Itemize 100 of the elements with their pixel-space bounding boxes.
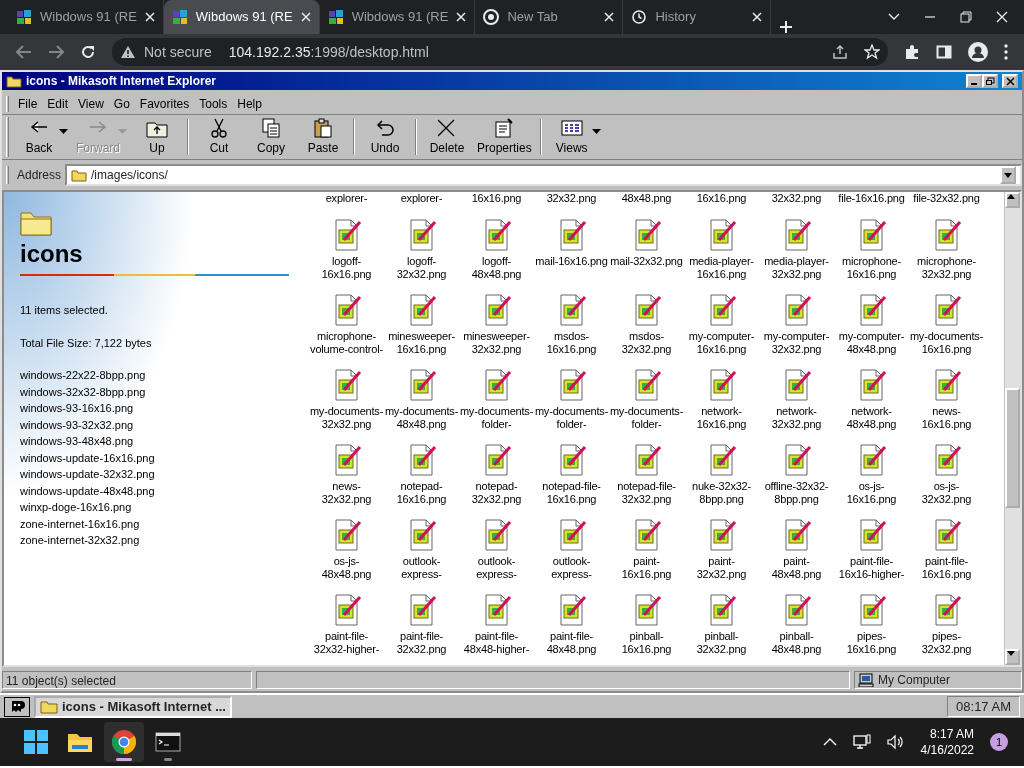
file-label[interactable]: outlook-express- [384, 555, 459, 582]
menu-item[interactable]: Edit [42, 94, 74, 113]
file-label[interactable]: notepad-32x32.png [459, 480, 534, 507]
scrollbar[interactable] [1004, 192, 1020, 666]
close-icon[interactable] [604, 12, 615, 22]
file-label[interactable]: network-48x48.png [834, 405, 909, 432]
file-label[interactable]: paint-file-32x32.png [384, 630, 459, 657]
file-label[interactable]: news-16x16.png [909, 405, 984, 432]
speaker-icon[interactable] [886, 734, 905, 750]
close-button[interactable] [1002, 74, 1018, 88]
notification-count[interactable]: 1 [990, 733, 1008, 751]
close-icon[interactable] [300, 12, 311, 22]
file-label[interactable]: my-computer-48x48.png [834, 330, 909, 357]
sidebar-icon[interactable] [936, 44, 952, 60]
file-label[interactable]: paint-16x16.png [609, 555, 684, 582]
plus-icon[interactable] [779, 20, 794, 34]
toolbar-button[interactable]: Paste [297, 114, 349, 159]
file-label[interactable]: msdos-32x32.png [609, 330, 684, 357]
file-label[interactable]: minesweeper-32x32.png [459, 330, 534, 357]
system-clock[interactable]: 8:17 AM 4/16/2022 [920, 726, 974, 758]
file-label[interactable]: os-js-48x48.png [309, 555, 384, 582]
file-label[interactable]: paint-48x48.png [759, 555, 834, 582]
file-label[interactable]: os-js-16x16.png [834, 480, 909, 507]
menu-item[interactable]: Go [108, 94, 135, 113]
file-label[interactable]: microphone-volume-control- [309, 330, 384, 357]
file-label[interactable]: msdos-16x16.png [534, 330, 609, 357]
toolbar-button[interactable]: Delete [421, 114, 473, 159]
minimize-button[interactable] [966, 74, 982, 88]
close-icon[interactable] [996, 11, 1008, 23]
file-label[interactable]: paint-file-16x16-higher- [834, 555, 909, 582]
file-label[interactable]: outlook-express- [534, 555, 609, 582]
file-label[interactable]: media-player-32x32.png [759, 255, 834, 282]
scroll-thumb[interactable] [1005, 388, 1020, 509]
file-label[interactable]: os-js-32x32.png [909, 480, 984, 507]
file-label[interactable]: paint-file-32x32-higher- [309, 630, 384, 657]
file-label[interactable]: my-documents-16x16.png [909, 330, 984, 357]
file-label[interactable]: minesweeper-16x16.png [384, 330, 459, 357]
file-label[interactable]: paint-32x32.png [684, 555, 759, 582]
address-bar[interactable]: Not secure 104.192.2.35:1998/desktop.html [112, 38, 888, 66]
file-label[interactable]: news-32x32.png [309, 480, 384, 507]
file-label[interactable]: microphone-32x32.png [909, 255, 984, 282]
file-label[interactable]: paint-file-16x16.png [909, 555, 984, 582]
chevron-up-icon[interactable] [822, 738, 837, 746]
caret-down-icon[interactable] [591, 129, 601, 135]
toolbar-button[interactable]: Undo [359, 114, 411, 159]
file-label[interactable]: mail-16x16.png [534, 255, 609, 269]
star-icon[interactable] [864, 44, 880, 60]
file-label[interactable]: network-32x32.png [759, 405, 834, 432]
toolbar-button[interactable]: Cut [193, 114, 245, 159]
address-field[interactable]: /images/icons/ [65, 164, 1022, 187]
file-label[interactable]: my-documents-folder- [534, 405, 609, 432]
menu-item[interactable]: Help [232, 94, 267, 113]
toolbar-button[interactable]: Up [131, 114, 183, 159]
file-label[interactable]: microphone-16x16.png [834, 255, 909, 282]
menu-icon[interactable] [1004, 44, 1008, 60]
file-label[interactable]: notepad-file-16x16.png [534, 480, 609, 507]
file-label[interactable]: pipes-32x32.png [909, 630, 984, 657]
file-label[interactable]: pinball-32x32.png [684, 630, 759, 657]
caret-down-icon[interactable] [59, 129, 68, 135]
toolbar-button[interactable]: Back [13, 114, 65, 159]
file-label[interactable]: paint-file-48x48.png [534, 630, 609, 657]
maximize-button[interactable] [982, 74, 998, 88]
share-icon[interactable] [832, 44, 848, 60]
file-label[interactable]: nuke-32x32-8bpp.png [684, 480, 759, 507]
start-logo-icon[interactable] [4, 696, 30, 717]
close-icon[interactable] [752, 12, 763, 22]
file-label[interactable]: logoff-48x48.png [459, 255, 534, 282]
chevron-down-icon[interactable] [888, 13, 900, 21]
file-label[interactable]: my-computer-16x16.png [684, 330, 759, 357]
taskbar-button[interactable]: icons - Mikasoft Internet ... [34, 695, 232, 718]
file-label[interactable]: network-16x16.png [684, 405, 759, 432]
forward-arrow-icon[interactable] [48, 45, 64, 59]
restore-icon[interactable] [960, 11, 972, 23]
toolbar-button[interactable]: Properties [473, 114, 536, 159]
file-label[interactable]: mail-32x32.png [609, 255, 684, 269]
file-label[interactable]: pipes-16x16.png [834, 630, 909, 657]
toolbar-button[interactable]: Views [545, 114, 598, 159]
file-label[interactable]: my-documents-32x32.png [309, 405, 384, 432]
file-label[interactable]: pinball-16x16.png [609, 630, 684, 657]
puzzle-icon[interactable] [904, 44, 920, 60]
reload-icon[interactable] [80, 44, 96, 60]
network-icon[interactable] [852, 734, 871, 750]
profile-icon[interactable] [968, 42, 988, 62]
back-arrow-icon[interactable] [16, 45, 32, 59]
file-label[interactable]: my-computer-32x32.png [759, 330, 834, 357]
file-label[interactable]: my-documents-folder- [459, 405, 534, 432]
menu-item[interactable]: Favorites [134, 94, 195, 113]
dropdown-arrow-button[interactable] [1000, 166, 1016, 185]
menu-item[interactable]: File [13, 94, 43, 113]
file-label[interactable]: my-documents-folder- [609, 405, 684, 432]
file-label[interactable]: paint-file-48x48-higher- [459, 630, 534, 657]
file-label[interactable]: media-player-16x16.png [684, 255, 759, 282]
file-label[interactable]: my-documents-48x48.png [384, 405, 459, 432]
close-icon[interactable] [144, 12, 155, 22]
file-label[interactable]: offline-32x32-8bpp.png [759, 480, 834, 507]
menu-item[interactable]: Tools [194, 94, 233, 113]
file-label[interactable]: notepad-file-32x32.png [609, 480, 684, 507]
file-label[interactable]: outlook-express- [459, 555, 534, 582]
file-label[interactable]: logoff-32x32.png [384, 255, 459, 282]
browser-tab[interactable]: Wibdows 91 (RE [163, 0, 320, 34]
